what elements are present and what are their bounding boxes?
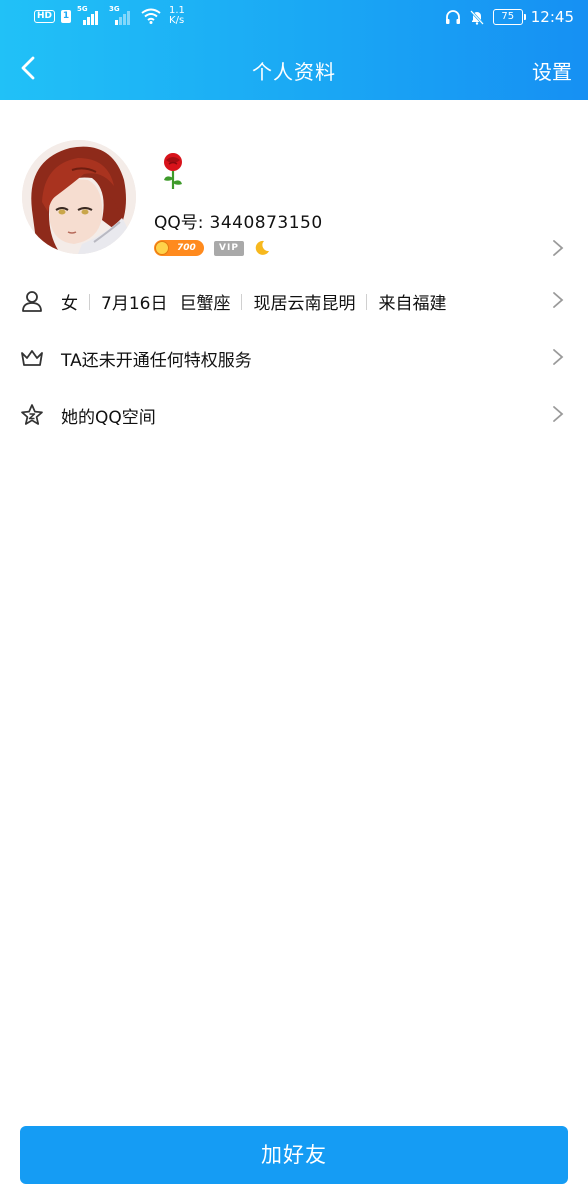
hometown: 来自福建: [378, 294, 447, 314]
status-bar: HD 1 5G 3G 1.1 K/s 75 12:45: [0, 0, 588, 38]
status-right: 75 12:45: [445, 8, 574, 26]
divider: [366, 293, 368, 310]
chevron-right-icon: [553, 240, 564, 256]
privilege-row[interactable]: TA还未开通任何特权服务: [0, 329, 588, 385]
coin-icon: [155, 241, 169, 255]
profile-card[interactable]: QQ号: 3440873150 700 VIP: [0, 100, 588, 270]
rose-icon: [164, 153, 182, 189]
current-location: 现居云南昆明: [253, 294, 356, 314]
qzone-label: 她的QQ空间: [61, 408, 156, 428]
zodiac: 巨蟹座: [179, 294, 231, 314]
add-friend-button[interactable]: 加好友: [20, 1126, 568, 1184]
qq-number: 3440873150: [209, 213, 323, 233]
qzone-row[interactable]: 她的QQ空间: [0, 386, 588, 442]
basic-info: 女 7月16日 巨蟹座 现居云南昆明 来自福建: [61, 289, 446, 314]
headphones-icon: [445, 10, 460, 24]
settings-button[interactable]: 设置: [532, 56, 572, 85]
coin-value: 700: [177, 243, 196, 253]
vip-badge[interactable]: VIP: [214, 240, 244, 256]
gender: 女: [61, 294, 78, 314]
star-icon: [21, 404, 43, 425]
sim-badge: 1: [61, 9, 72, 23]
page-title: 个人资料: [252, 60, 336, 84]
qq-label: QQ号:: [154, 213, 204, 233]
clock: 12:45: [530, 8, 574, 26]
bell-muted-icon: [469, 10, 484, 25]
divider: [89, 293, 90, 310]
avatar[interactable]: [22, 140, 136, 254]
badges: 700 VIP: [154, 240, 270, 256]
status-left: HD 1 5G 3G 1.1 K/s: [34, 5, 185, 26]
coin-badge[interactable]: 700: [154, 240, 204, 256]
signal-icon-2: 3G: [109, 5, 135, 25]
battery-indicator: 75: [492, 9, 526, 25]
birthday: 7月16日: [101, 294, 168, 314]
network-speed: 1.1 K/s: [169, 6, 185, 26]
hd-badge: HD: [34, 9, 56, 23]
chevron-right-icon: [553, 349, 564, 365]
header: HD 1 5G 3G 1.1 K/s 75 12:45 个人资料 设置: [0, 0, 588, 100]
chevron-right-icon: [553, 292, 564, 308]
speed-unit: K/s: [169, 15, 185, 26]
wifi-icon: [141, 8, 161, 24]
chevron-right-icon: [553, 406, 564, 422]
qq-number-line: QQ号: 3440873150: [154, 208, 323, 233]
nav-bar: 个人资料 设置: [0, 38, 588, 100]
privilege-label: TA还未开通任何特权服务: [61, 351, 252, 371]
moon-icon[interactable]: [254, 240, 270, 256]
signal-icon-1: 5G: [77, 5, 103, 25]
basic-info-row[interactable]: 女 7月16日 巨蟹座 现居云南昆明 来自福建: [0, 272, 588, 328]
divider: [241, 293, 243, 310]
person-icon: [22, 291, 42, 312]
crown-icon: [21, 350, 43, 366]
